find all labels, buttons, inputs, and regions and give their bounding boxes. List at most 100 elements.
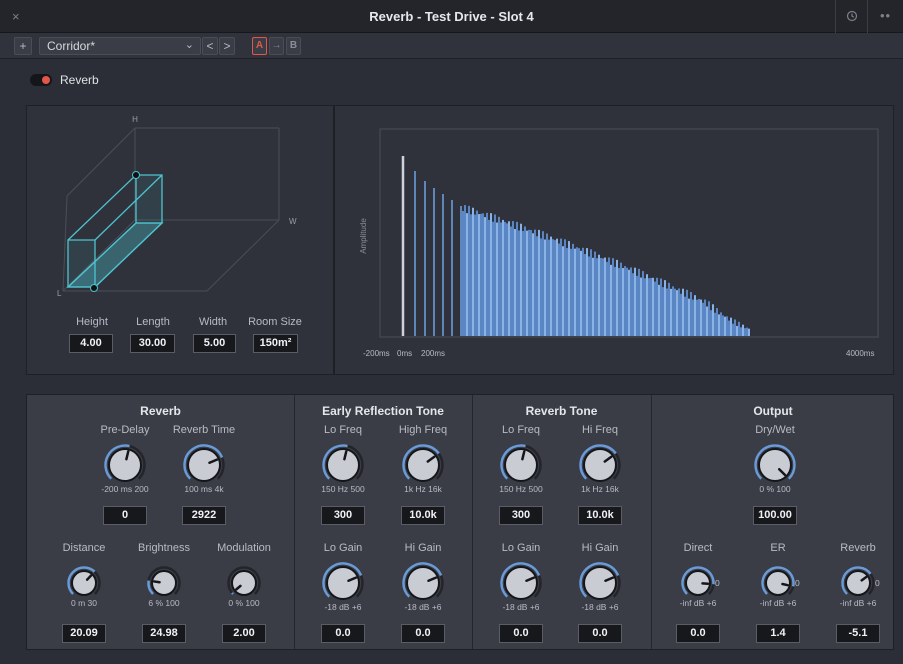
tick-0: 0ms: [397, 349, 412, 358]
er-hi-gain-knob[interactable]: [401, 561, 445, 605]
height-handle[interactable]: [132, 171, 140, 179]
more-options-icon[interactable]: ••: [867, 0, 903, 33]
tick-neg200: -200ms: [363, 349, 390, 358]
er-lo-gain-value-field[interactable]: 0.0: [321, 624, 365, 643]
er-lo-gain-label: Lo Gain: [323, 542, 363, 554]
er-lo-gain-knob[interactable]: [321, 561, 365, 605]
tone-hi-freq-scale: 1k Hz 16k: [581, 484, 619, 494]
reverb-time-knob[interactable]: [182, 443, 226, 487]
dry-wet-value-field[interactable]: 100.00: [753, 506, 797, 525]
axis-w-label: W: [289, 217, 297, 226]
axis-l-label: L: [57, 289, 62, 298]
er-hi-freq-value-field[interactable]: 10.0k: [401, 506, 445, 525]
reverb-level-label: Reverb: [840, 542, 876, 554]
preset-dropdown[interactable]: Corridor* ⌄: [39, 37, 201, 55]
section-divider: [294, 395, 295, 649]
distance-scale: 0 m 30: [71, 598, 97, 608]
reverb-time-label: Reverb Time: [172, 424, 236, 436]
er-lo-freq-scale: 150 Hz 500: [321, 484, 365, 494]
er-hi-gain-value-field[interactable]: 0.0: [401, 624, 445, 643]
er-hi-gain-scale: -18 dB +6: [404, 602, 442, 612]
modulation-knob[interactable]: [226, 565, 262, 601]
room-wireframe[interactable]: H W L: [27, 106, 335, 316]
pre-delay-label: Pre-Delay: [100, 424, 150, 436]
controls-panel: Reverb Early Reflection Tone Reverb Tone…: [26, 394, 894, 650]
tone-lo-freq-knob[interactable]: [499, 443, 543, 487]
direct-level-label: Direct: [683, 542, 713, 554]
pre-delay-knob[interactable]: [103, 443, 147, 487]
reverb-enable-label: Reverb: [60, 73, 99, 87]
tone-hi-gain-scale: -18 dB +6: [581, 602, 619, 612]
dry-wet-scale: 0 % 100: [759, 484, 791, 494]
preset-toolbar: + Corridor* ⌄ < > A → B: [0, 33, 903, 59]
compare-b-button[interactable]: B: [286, 37, 301, 55]
reverb-enable-toggle[interactable]: [30, 74, 52, 86]
er-lo-freq-knob[interactable]: [321, 443, 365, 487]
section-divider: [472, 395, 473, 649]
er-hi-gain-label: Hi Gain: [404, 542, 442, 554]
direct-level-scale: -inf dB +6: [679, 598, 717, 608]
er-hi-freq-scale: 1k Hz 16k: [404, 484, 442, 494]
tone-lo-gain-knob[interactable]: [499, 561, 543, 605]
tone-lo-freq-label: Lo Freq: [502, 424, 540, 436]
er-level-scale: -inf dB +6: [759, 598, 797, 608]
tone-lo-freq-scale: 150 Hz 500: [499, 484, 543, 494]
toggle-dot: [42, 76, 50, 84]
axis-h-label: H: [132, 115, 138, 124]
reverb-level-value-field[interactable]: -5.1: [836, 624, 880, 643]
brightness-knob[interactable]: [146, 565, 182, 601]
height-value-field[interactable]: 4.00: [69, 334, 113, 353]
brightness-value-field[interactable]: 24.98: [142, 624, 186, 643]
er-level-zero-mark: 0: [795, 578, 800, 588]
history-icon[interactable]: [835, 0, 867, 33]
modulation-label: Modulation: [217, 542, 271, 554]
pre-delay-value-field[interactable]: 0: [103, 506, 147, 525]
section-divider: [651, 395, 652, 649]
distance-knob[interactable]: [66, 565, 102, 601]
reverb-time-value-field[interactable]: 2922: [182, 506, 226, 525]
reverb-time-scale: 100 ms 4k: [184, 484, 224, 494]
tone-lo-gain-label: Lo Gain: [501, 542, 541, 554]
amplitude-axis-label: Amplitude: [359, 218, 368, 254]
pre-delay-scale: -200 ms 200: [101, 484, 149, 494]
direct-level-knob[interactable]: [680, 565, 716, 601]
reverb-level-knob[interactable]: [840, 565, 876, 601]
copy-a-to-b-button[interactable]: →: [269, 37, 284, 55]
tone-hi-gain-knob[interactable]: [578, 561, 622, 605]
tone-hi-gain-value-field[interactable]: 0.0: [578, 624, 622, 643]
tone-hi-freq-knob[interactable]: [578, 443, 622, 487]
window-title: Reverb - Test Drive - Slot 4: [369, 9, 534, 24]
dry-wet-label: Dry/Wet: [755, 424, 795, 436]
previous-preset-button[interactable]: <: [202, 37, 218, 55]
dry-wet-knob[interactable]: [753, 443, 797, 487]
add-preset-button[interactable]: +: [14, 37, 32, 55]
length-label: Length: [136, 316, 170, 328]
room-size-value-field[interactable]: 150m²: [253, 334, 298, 353]
tone-lo-gain-value-field[interactable]: 0.0: [499, 624, 543, 643]
length-value-field[interactable]: 30.00: [130, 334, 175, 353]
er-lo-freq-label: Lo Freq: [324, 424, 362, 436]
er-level-value-field[interactable]: 1.4: [756, 624, 800, 643]
modulation-value-field[interactable]: 2.00: [222, 624, 266, 643]
chevron-down-icon: ⌄: [184, 39, 194, 51]
tone-lo-freq-value-field[interactable]: 300: [499, 506, 543, 525]
reverb-tone-section-title: Reverb Tone: [525, 404, 598, 418]
length-handle[interactable]: [90, 284, 98, 292]
direct-level-zero-mark: 0: [715, 578, 720, 588]
tone-lo-gain-scale: -18 dB +6: [502, 602, 540, 612]
compare-a-button[interactable]: A: [252, 37, 267, 55]
next-preset-button[interactable]: >: [219, 37, 235, 55]
output-section-title: Output: [753, 404, 793, 418]
modulation-scale: 0 % 100: [228, 598, 260, 608]
er-level-label: ER: [770, 542, 786, 554]
direct-level-value-field[interactable]: 0.0: [676, 624, 720, 643]
early-reflection-section-title: Early Reflection Tone: [322, 404, 444, 418]
title-bar: × Reverb - Test Drive - Slot 4 ••: [0, 0, 903, 33]
width-value-field[interactable]: 5.00: [193, 334, 236, 353]
er-hi-freq-knob[interactable]: [401, 443, 445, 487]
tone-hi-freq-value-field[interactable]: 10.0k: [578, 506, 622, 525]
distance-value-field[interactable]: 20.09: [62, 624, 106, 643]
er-level-knob[interactable]: [760, 565, 796, 601]
er-lo-freq-value-field[interactable]: 300: [321, 506, 365, 525]
room-size-label: Room Size: [248, 316, 302, 328]
